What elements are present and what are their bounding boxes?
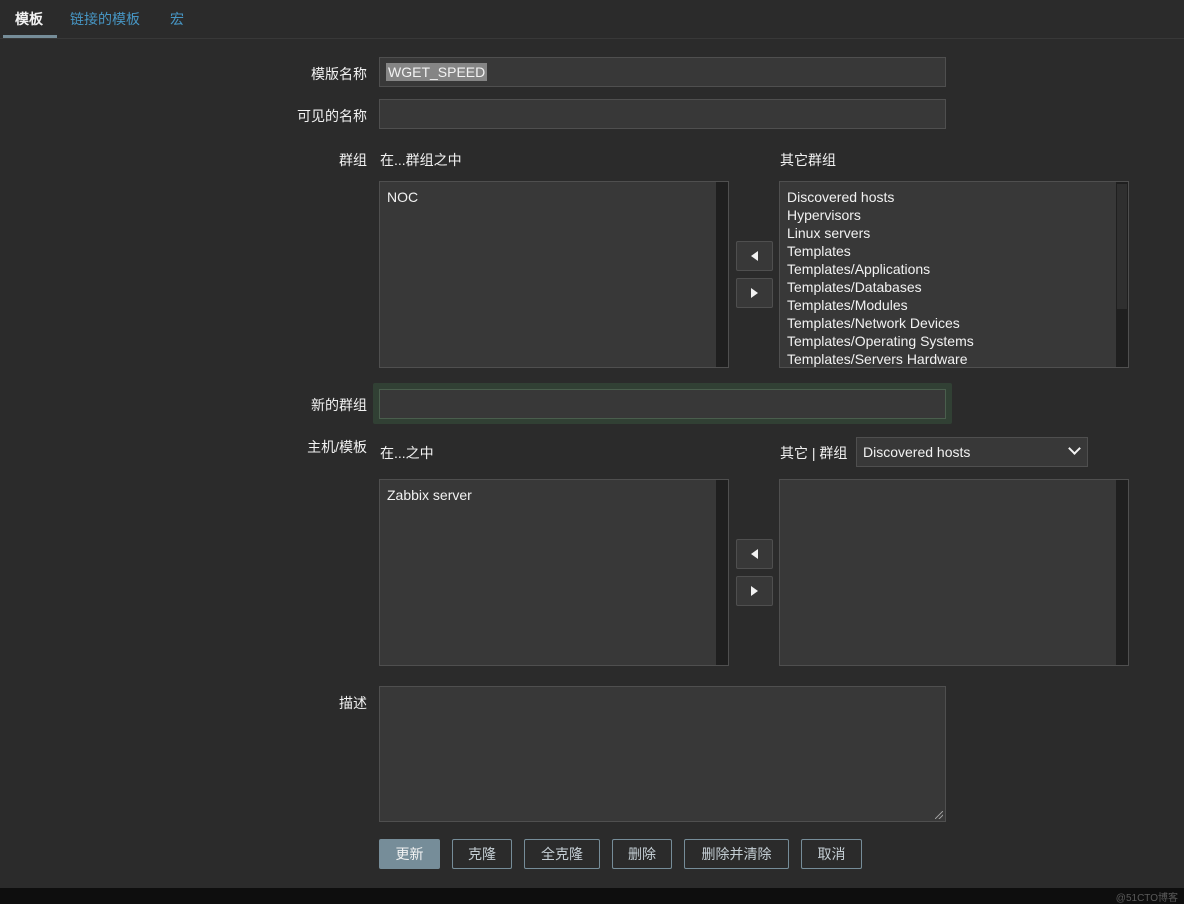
full-clone-button[interactable]: 全克隆 xyxy=(524,839,600,869)
watermark: @51CTO博客 xyxy=(1115,893,1178,904)
list-item[interactable]: Templates xyxy=(787,242,974,260)
chevron-down-icon xyxy=(1068,442,1081,455)
tab-template[interactable]: 模板 xyxy=(15,9,43,29)
clone-button[interactable]: 克隆 xyxy=(452,839,512,869)
list-item[interactable]: Discovered hosts xyxy=(787,188,974,206)
template-name-input[interactable]: WGET_SPEED xyxy=(379,57,946,87)
delete-and-clear-button[interactable]: 删除并清除 xyxy=(684,839,789,869)
hosts-label: 主机/模板 xyxy=(307,439,367,455)
new-group-input[interactable] xyxy=(379,389,946,419)
update-button[interactable]: 更新 xyxy=(379,839,440,869)
cancel-button[interactable]: 取消 xyxy=(801,839,862,869)
scrollbar-thumb[interactable] xyxy=(1117,184,1127,309)
tab-linked-templates[interactable]: 链接的模板 xyxy=(70,9,140,29)
add-host-button[interactable] xyxy=(736,539,773,569)
visible-name-label: 可见的名称 xyxy=(297,108,367,124)
list-item[interactable]: Templates/Applications xyxy=(787,260,974,278)
arrow-left-icon xyxy=(751,549,758,559)
new-group-label: 新的群组 xyxy=(311,397,367,413)
tab-macros[interactable]: 宏 xyxy=(170,9,184,29)
host-group-select-value: Discovered hosts xyxy=(863,444,971,460)
delete-button[interactable]: 删除 xyxy=(612,839,672,869)
list-item[interactable]: Templates/Servers Hardware xyxy=(787,350,974,368)
hosts-in-label: 在...之中 xyxy=(380,445,434,461)
list-item[interactable]: Hypervisors xyxy=(787,206,974,224)
scrollbar[interactable] xyxy=(1116,480,1128,665)
remove-host-button[interactable] xyxy=(736,576,773,606)
hosts-in-listbox[interactable]: Zabbix server xyxy=(379,479,729,666)
scrollbar[interactable] xyxy=(1116,182,1128,367)
footer-bar xyxy=(0,888,1184,904)
resize-grip-icon[interactable] xyxy=(935,811,943,819)
groups-in-label: 在...群组之中 xyxy=(380,152,462,168)
arrow-left-icon xyxy=(751,251,758,261)
arrow-right-icon xyxy=(751,586,758,596)
scrollbar[interactable] xyxy=(716,480,728,665)
list-item[interactable]: Zabbix server xyxy=(387,486,472,504)
host-group-select[interactable]: Discovered hosts xyxy=(856,437,1088,467)
add-group-button[interactable] xyxy=(736,241,773,271)
description-label: 描述 xyxy=(339,695,367,711)
scrollbar[interactable] xyxy=(716,182,728,367)
visible-name-input[interactable] xyxy=(379,99,946,129)
groups-other-listbox[interactable]: Discovered hosts Hypervisors Linux servers… xyxy=(779,181,1129,368)
template-name-value: WGET_SPEED xyxy=(386,63,488,81)
list-item[interactable]: Templates/Operating Systems xyxy=(787,332,974,350)
list-item[interactable]: Templates/Network Devices xyxy=(787,314,974,332)
template-name-label: 模版名称 xyxy=(311,66,367,82)
groups-in-listbox[interactable]: NOC xyxy=(379,181,729,368)
description-textarea[interactable] xyxy=(379,686,946,822)
groups-label: 群组 xyxy=(339,152,367,168)
remove-group-button[interactable] xyxy=(736,278,773,308)
active-tab-indicator xyxy=(3,35,57,38)
tab-bar: 模板 链接的模板 宏 xyxy=(0,0,1184,39)
list-item[interactable]: Templates/Modules xyxy=(787,296,974,314)
arrow-right-icon xyxy=(751,288,758,298)
list-item[interactable]: Linux servers xyxy=(787,224,974,242)
list-item[interactable]: Templates/Databases xyxy=(787,278,974,296)
hosts-other-listbox[interactable] xyxy=(779,479,1129,666)
groups-other-label: 其它群组 xyxy=(780,152,836,168)
list-item[interactable]: NOC xyxy=(387,188,418,206)
hosts-other-label: 其它 | 群组 xyxy=(780,445,848,461)
